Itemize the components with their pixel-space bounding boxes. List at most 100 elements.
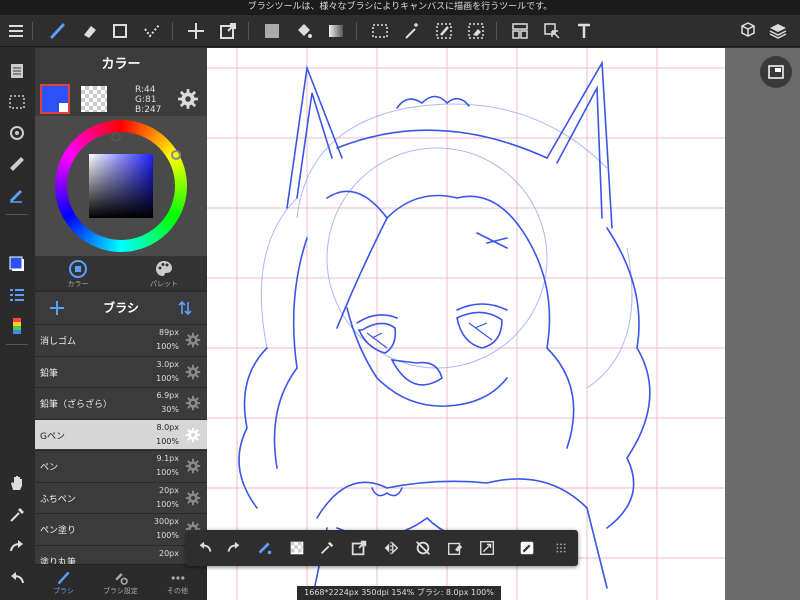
gear-icon[interactable] xyxy=(177,88,199,110)
brush-size: 3.0px xyxy=(156,359,179,369)
selection-layer-icon[interactable] xyxy=(4,89,30,115)
main-color-swatch[interactable] xyxy=(40,84,70,114)
hue-knob[interactable] xyxy=(111,132,121,142)
color-panel-tabs: カラー パレット xyxy=(35,256,207,290)
sub-color-swatch[interactable] xyxy=(81,86,107,112)
transparent-color-icon[interactable] xyxy=(286,537,308,559)
menu-icon[interactable] xyxy=(4,19,28,43)
layers-icon[interactable] xyxy=(766,19,790,43)
brush-row[interactable]: 鉛筆 3.0px 100% xyxy=(35,355,207,386)
redo-icon[interactable] xyxy=(223,537,245,559)
tab-brush[interactable]: ブラシ xyxy=(35,565,92,600)
undo-icon[interactable] xyxy=(4,566,30,592)
quick-toolbar xyxy=(186,530,578,566)
select-eraser-icon[interactable] xyxy=(464,19,488,43)
gear-icon[interactable] xyxy=(185,458,201,474)
eyedropper-icon[interactable] xyxy=(4,502,30,528)
move-icon[interactable] xyxy=(184,19,208,43)
operation-icon[interactable] xyxy=(540,19,564,43)
stabilizer-icon[interactable] xyxy=(4,182,30,208)
tab-more[interactable]: その他 xyxy=(149,565,206,600)
rotate-reset-icon[interactable] xyxy=(412,537,434,559)
hand-icon[interactable] xyxy=(4,470,30,496)
brush-size: 300px xyxy=(153,517,179,526)
dot-icon[interactable] xyxy=(140,19,164,43)
toolbar-divider xyxy=(356,22,357,40)
ruler-icon[interactable] xyxy=(4,151,30,177)
toolbar-divider xyxy=(32,22,33,40)
layout-icon[interactable] xyxy=(508,19,532,43)
sort-icon[interactable] xyxy=(175,298,195,318)
gradient-icon[interactable] xyxy=(324,19,348,43)
add-brush-icon[interactable] xyxy=(47,298,67,318)
clear-icon[interactable] xyxy=(444,537,466,559)
tab-palette-label: パレット xyxy=(150,280,178,288)
pen-pressure-icon[interactable] xyxy=(516,537,538,559)
brush-row[interactable]: 消しゴム 89px 100% xyxy=(35,324,207,354)
sv-knob[interactable] xyxy=(171,150,181,160)
gear-icon[interactable] xyxy=(185,364,201,380)
status-bar: 1668*2224px 350dpi 154% ブラシ: 8.0px 100% xyxy=(297,586,501,600)
magic-wand-icon[interactable] xyxy=(400,19,424,43)
brush-icon[interactable] xyxy=(46,19,70,43)
sketch-drawing xyxy=(207,48,725,600)
grip-handle-icon[interactable] xyxy=(550,537,572,559)
brush-list-icon[interactable] xyxy=(4,282,30,308)
brush-name: ペン xyxy=(40,463,59,473)
brush-row[interactable]: ペン 9.1px 100% xyxy=(35,450,207,480)
bucket-icon[interactable] xyxy=(292,19,316,43)
select-pen-icon[interactable] xyxy=(432,19,456,43)
brush-snap-icon[interactable] xyxy=(254,537,276,559)
brush-row[interactable]: Gペン 8.0px 100% xyxy=(35,418,207,449)
left-tool-column xyxy=(0,48,34,600)
color-icon[interactable] xyxy=(4,251,30,277)
eyedropper-icon[interactable] xyxy=(316,537,338,559)
brush-opacity: 100% xyxy=(156,373,179,383)
brush-panel-header: ブラシ xyxy=(35,292,207,324)
pages-icon[interactable] xyxy=(4,58,30,84)
selection-icon[interactable] xyxy=(368,19,392,43)
transform-icon[interactable] xyxy=(348,537,370,559)
flip-horizontal-icon[interactable] xyxy=(380,537,402,559)
text-icon[interactable] xyxy=(572,19,596,43)
color-panel: カラー R:44 G:81 B:247 カラー パレット xyxy=(35,48,207,290)
brush-row[interactable]: ペン塗り 300px 100% xyxy=(35,513,207,543)
brush-name: 鉛筆（ざらざら） xyxy=(40,400,113,410)
tab-brush-settings[interactable]: ブラシ設定 xyxy=(92,565,149,600)
brush-name: 鉛筆 xyxy=(40,368,59,379)
brush-size: 20px xyxy=(159,485,179,495)
fit-screen-icon[interactable] xyxy=(476,537,498,559)
tab-brush-settings-label: ブラシ設定 xyxy=(103,587,138,595)
navigator-icon[interactable] xyxy=(760,56,792,88)
tab-color[interactable]: カラー xyxy=(35,256,121,290)
hue-wheel[interactable] xyxy=(55,120,187,252)
brush-name: ペン塗り xyxy=(40,526,77,536)
3d-icon[interactable] xyxy=(736,19,760,43)
drawing-canvas[interactable] xyxy=(207,48,725,600)
right-panel xyxy=(725,48,800,600)
brush-size: 89px xyxy=(159,328,179,337)
gear-icon[interactable] xyxy=(185,427,201,443)
gear-icon[interactable] xyxy=(185,395,201,411)
saturation-value-square[interactable] xyxy=(89,154,153,218)
brush-opacity: 100% xyxy=(156,436,179,446)
gear-icon[interactable] xyxy=(185,490,201,506)
fill-color-icon[interactable] xyxy=(260,19,284,43)
rotate-canvas-icon[interactable] xyxy=(4,120,30,146)
brush-opacity: 100% xyxy=(156,342,179,351)
brush-size: 9.1px xyxy=(156,454,179,463)
column-divider xyxy=(6,344,28,345)
gear-icon[interactable] xyxy=(185,332,201,348)
brush-row[interactable]: 鉛筆（ざらざら） 6.9px 30% xyxy=(35,387,207,417)
shape-icon[interactable] xyxy=(108,19,132,43)
tab-more-label: その他 xyxy=(167,587,188,595)
palette-strip-icon[interactable] xyxy=(4,313,30,339)
transform-icon[interactable] xyxy=(216,19,240,43)
undo-icon[interactable] xyxy=(194,537,216,559)
brush-opacity: 30% xyxy=(161,405,179,414)
brush-panel-footer: ブラシ ブラシ設定 その他 xyxy=(35,564,207,600)
eraser-icon[interactable] xyxy=(78,19,102,43)
brush-row[interactable]: ふちペン 20px 100% xyxy=(35,481,207,512)
redo-icon[interactable] xyxy=(4,534,30,560)
tab-palette[interactable]: パレット xyxy=(121,256,207,290)
